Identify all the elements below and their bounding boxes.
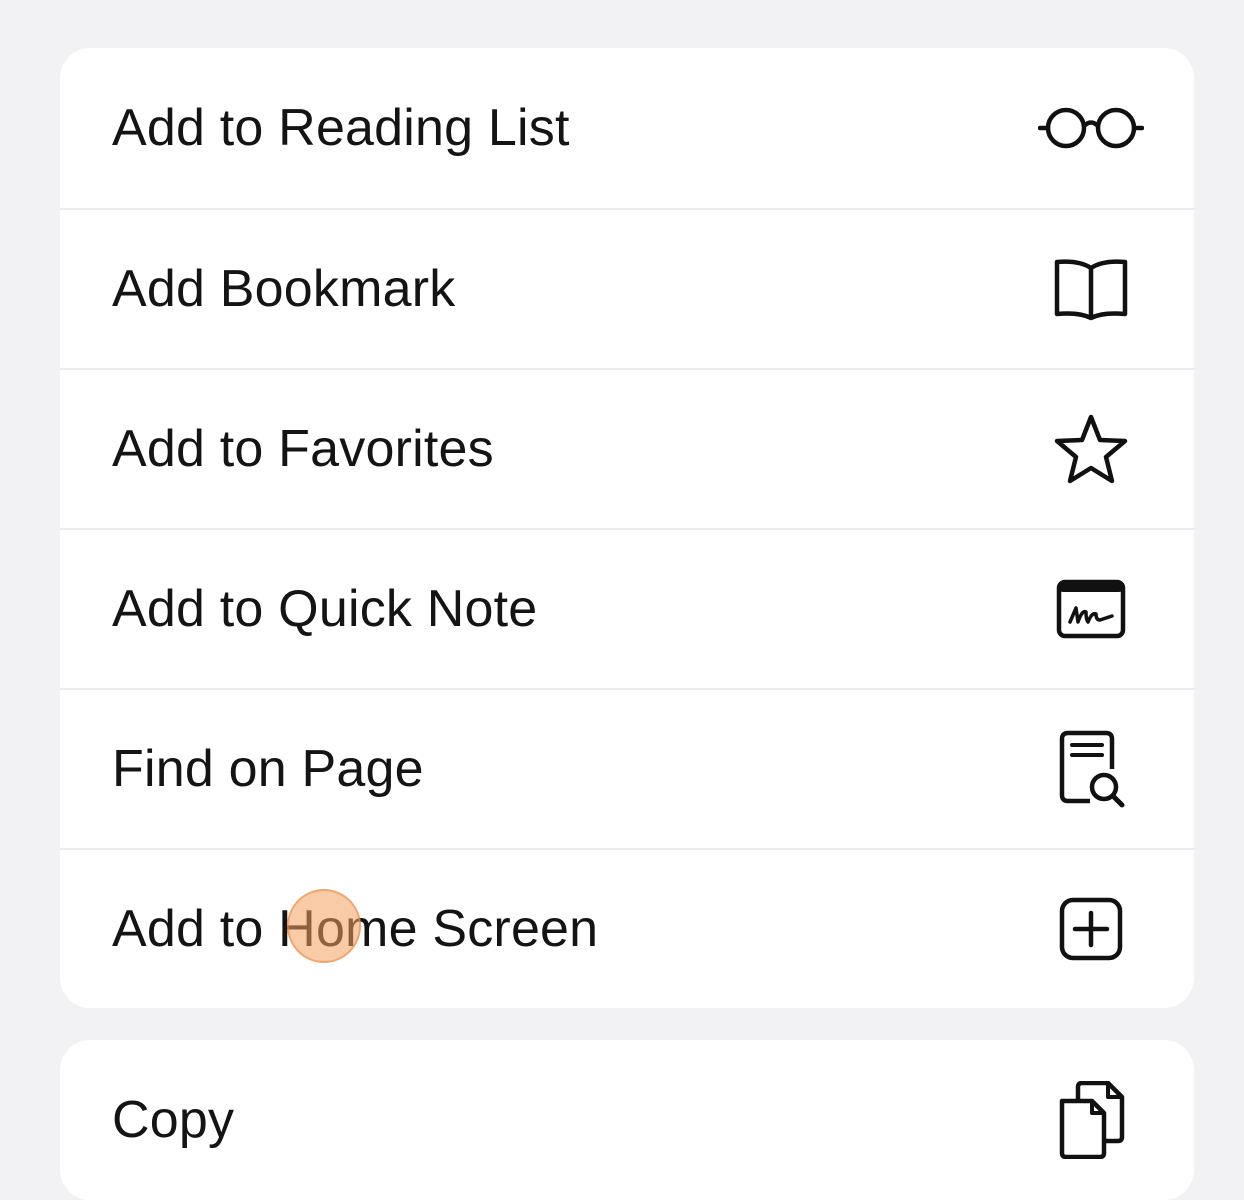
row-label: Find on Page bbox=[112, 740, 424, 798]
row-label: Add to Quick Note bbox=[112, 580, 538, 638]
glasses-icon bbox=[1036, 88, 1146, 168]
row-label: Copy bbox=[112, 1091, 235, 1149]
book-icon bbox=[1036, 249, 1146, 329]
find-on-page-button[interactable]: Find on Page bbox=[60, 688, 1194, 848]
add-bookmark-button[interactable]: Add Bookmark bbox=[60, 208, 1194, 368]
row-label: Add to Favorites bbox=[112, 420, 494, 478]
doc-search-icon bbox=[1036, 729, 1146, 809]
row-label: Add to Home Screen bbox=[112, 900, 599, 958]
add-to-home-screen-button[interactable]: Add to Home Screen bbox=[60, 848, 1194, 1008]
star-icon bbox=[1036, 409, 1146, 489]
row-label: Add Bookmark bbox=[112, 260, 456, 318]
actions-group: Add to Reading List Add Bookmark Add to … bbox=[60, 48, 1194, 1008]
row-label: Add to Reading List bbox=[112, 99, 570, 157]
add-to-quick-note-button[interactable]: Add to Quick Note bbox=[60, 528, 1194, 688]
quick-note-icon bbox=[1036, 569, 1146, 649]
add-to-favorites-button[interactable]: Add to Favorites bbox=[60, 368, 1194, 528]
copy-icon bbox=[1036, 1080, 1146, 1160]
add-to-reading-list-button[interactable]: Add to Reading List bbox=[60, 48, 1194, 208]
clipboard-actions-group: Copy bbox=[60, 1040, 1194, 1200]
copy-button[interactable]: Copy bbox=[60, 1040, 1194, 1200]
plus-square-icon bbox=[1036, 889, 1146, 969]
share-sheet-actions: Add to Reading List Add Bookmark Add to … bbox=[0, 0, 1244, 1200]
